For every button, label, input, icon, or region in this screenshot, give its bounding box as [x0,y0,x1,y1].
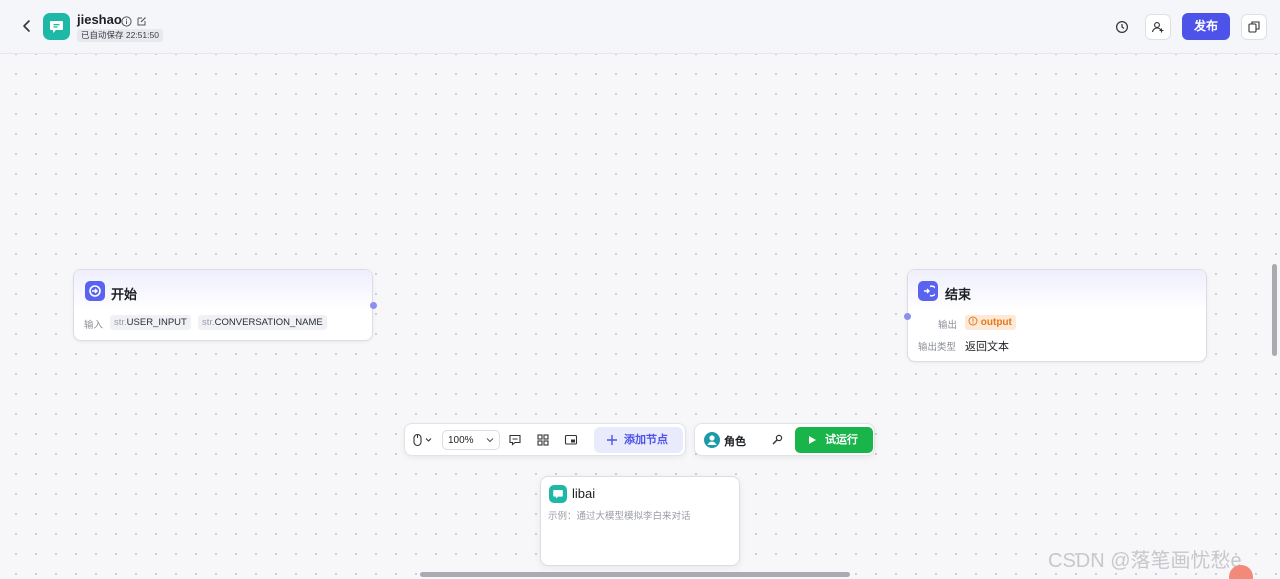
info-icon[interactable] [121,14,132,27]
play-icon [809,436,816,444]
canvas-toolbar: 100% 添加节点 [404,423,686,456]
test-run-button[interactable]: 试运行 [795,427,873,453]
minimap-icon[interactable] [563,432,579,448]
output-label: 输出 [938,320,958,331]
output-variable-tag: output [965,315,1016,330]
duplicate-icon[interactable] [1241,14,1267,40]
start-output-port[interactable] [370,302,377,309]
input-label: 输入 [84,320,104,331]
start-node[interactable]: 开始 输入 str.USER_INPUT str.CONVERSATION_NA… [73,269,373,341]
end-node-title: 结束 [945,287,972,302]
role-label[interactable]: 角色 [724,433,746,449]
bot-card[interactable]: libai 示例：通过大模型模拟李白来对话 [540,476,740,566]
collaborators-icon[interactable] [1145,14,1171,40]
bot-chat-icon [549,485,567,503]
end-node-icon [918,281,938,301]
back-arrow-icon[interactable] [17,16,37,36]
output-type-value: 返回文本 [965,341,1009,353]
bot-card-title: libai [572,486,596,501]
start-node-title: 开始 [111,287,138,302]
run-toolbar: 角色 试运行 [694,423,875,456]
add-node-button[interactable]: 添加节点 [594,427,683,453]
zoom-select[interactable]: 100% [442,430,500,450]
floating-avatar-icon[interactable] [1229,565,1253,579]
role-avatar-icon[interactable] [704,432,720,448]
start-node-icon [85,281,105,301]
publish-button[interactable]: 发布 [1182,13,1230,40]
end-input-port[interactable] [904,313,911,320]
watermark: CSDN @落笔画忧愁e [1048,550,1242,572]
top-bar: jieshao 已自动保存 22:51:50 发布 [0,0,1280,54]
app-name: jieshao [77,12,122,27]
wrench-icon[interactable] [769,432,785,448]
plus-icon [606,427,618,461]
end-node[interactable]: 结束 输出 output 输出类型 返回文本 [907,269,1207,362]
param-tag: str.CONVERSATION_NAME [198,315,327,330]
warning-circle-icon [968,316,978,326]
mouse-mode-icon[interactable] [411,432,437,448]
app-chat-icon [43,13,70,40]
auto-layout-icon[interactable] [535,432,551,448]
save-status-badge: 已自动保存 22:51:50 [77,29,163,42]
param-tag: str.USER_INPUT [110,315,191,330]
edit-icon[interactable] [136,14,147,26]
chevron-down-icon [485,431,495,456]
vertical-scrollbar[interactable] [1272,264,1277,356]
comment-icon[interactable] [507,432,523,448]
history-icon[interactable] [1109,14,1135,40]
bot-card-description: 示例：通过大模型模拟李白来对话 [548,511,691,522]
output-type-label: 输出类型 [918,342,957,353]
horizontal-scrollbar[interactable] [420,572,850,577]
